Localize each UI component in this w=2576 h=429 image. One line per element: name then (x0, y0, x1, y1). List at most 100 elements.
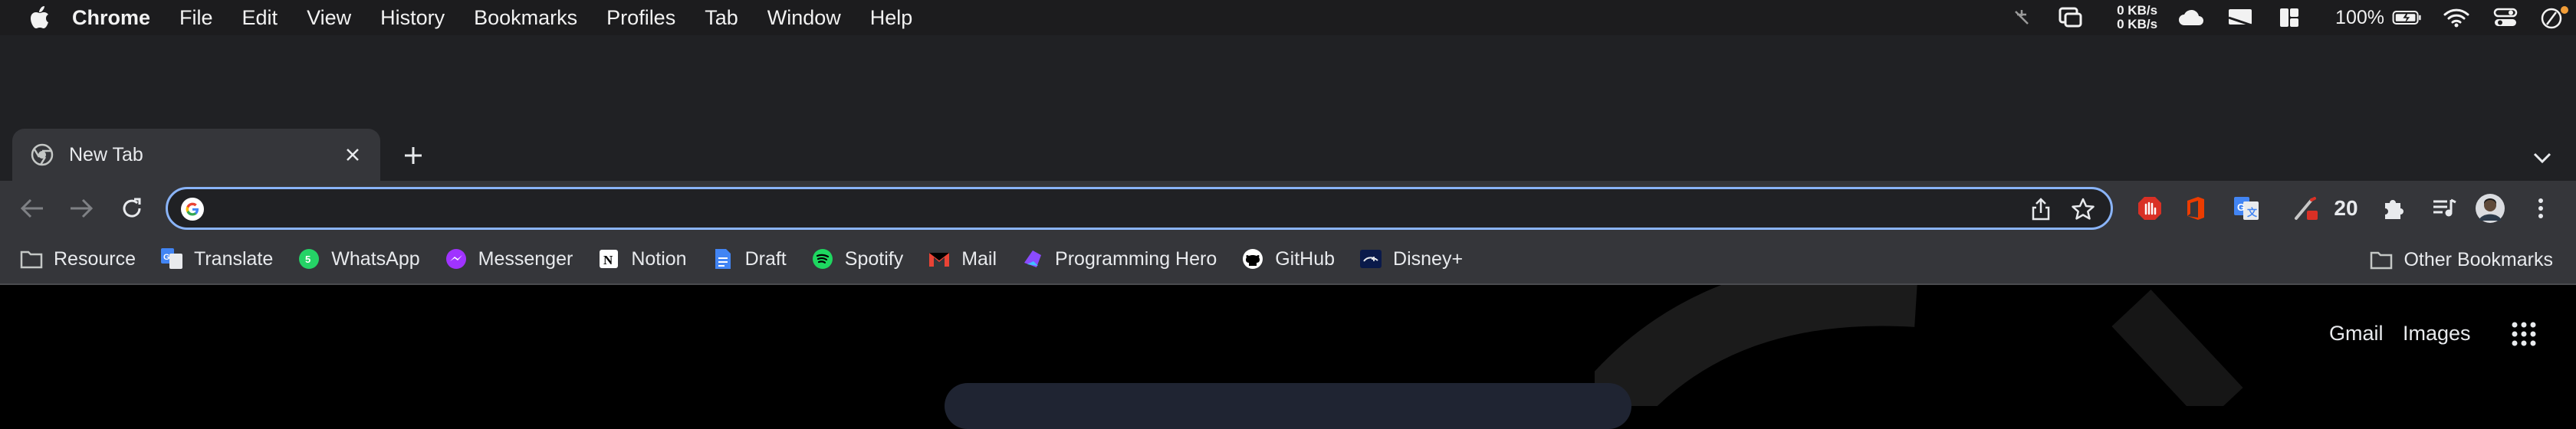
plus-icon (405, 147, 422, 164)
bookmark-label: Messenger (478, 247, 573, 270)
menu-profiles[interactable]: Profiles (606, 6, 675, 30)
whatsapp-icon: 5 (297, 247, 320, 270)
tab-search-button[interactable] (2527, 142, 2558, 173)
bookmark-label: WhatsApp (331, 247, 420, 270)
apps-grid-icon[interactable] (2510, 320, 2538, 348)
bookmark-whatsapp[interactable]: 5 WhatsApp (297, 241, 420, 277)
bookmark-notion[interactable]: N Notion (597, 241, 687, 277)
bookmark-label: Spotify (844, 247, 904, 270)
bookmark-messenger[interactable]: Messenger (445, 241, 573, 277)
bookmark-resource[interactable]: Resource (20, 241, 136, 277)
macos-menubar: Chrome File Edit View History Bookmarks … (0, 0, 2576, 35)
new-tab-button[interactable] (397, 139, 429, 172)
bookmark-translate[interactable]: G Translate (160, 241, 273, 277)
bookmark-label: Disney+ (1393, 247, 1464, 270)
folder-icon (20, 247, 43, 270)
screen-share-icon[interactable] (2055, 6, 2086, 29)
bookmark-label: Notion (631, 247, 687, 270)
menu-tab[interactable]: Tab (705, 6, 738, 30)
forward-button[interactable] (63, 190, 100, 227)
cloud-icon[interactable] (2176, 6, 2206, 29)
menu-window[interactable]: Window (767, 6, 841, 30)
extension-counter-badge[interactable]: 20 (2328, 192, 2364, 225)
focus-icon[interactable] (2539, 6, 2570, 29)
programming-hero-icon (1021, 247, 1044, 270)
gmail-link[interactable]: Gmail (2329, 322, 2384, 345)
svg-text:G: G (2237, 201, 2245, 213)
menu-view[interactable]: View (307, 6, 351, 30)
gmail-icon (928, 247, 951, 270)
arrow-left-icon (20, 198, 43, 218)
arrow-right-icon (71, 198, 94, 218)
net-up-text: 0 KB/s (2117, 3, 2158, 18)
control-center-icon[interactable] (2490, 6, 2521, 29)
background-art (1595, 285, 2243, 406)
close-icon[interactable] (342, 144, 363, 165)
star-icon[interactable] (2071, 197, 2095, 221)
spotify-icon (811, 247, 834, 270)
google-translate-extension-icon[interactable]: G文 (2229, 192, 2263, 225)
bookmark-label: Translate (194, 247, 274, 270)
bookmarks-bar: Resource G Translate 5 WhatsApp Messenge… (0, 234, 2576, 285)
images-link[interactable]: Images (2403, 322, 2471, 345)
layout-icon[interactable] (2274, 6, 2305, 29)
menu-app-chrome[interactable]: Chrome (72, 6, 150, 30)
other-bookmarks[interactable]: Other Bookmarks (2370, 241, 2553, 278)
omnibox[interactable] (166, 187, 2113, 230)
bookmark-programming-hero[interactable]: Programming Hero (1021, 241, 1217, 277)
google-search-box[interactable] (945, 383, 1631, 429)
tab-title: New Tab (69, 143, 143, 165)
tab-strip (0, 35, 2576, 181)
menu-edit[interactable]: Edit (242, 6, 278, 30)
reload-button[interactable] (113, 190, 150, 227)
bookmark-label: Programming Hero (1055, 247, 1217, 270)
puzzle-icon[interactable] (2377, 192, 2410, 225)
bookmark-github[interactable]: GitHub (1241, 241, 1335, 277)
folder-icon (2370, 248, 2393, 271)
bookmark-label: Draft (744, 247, 787, 270)
kebab-menu-icon[interactable] (2524, 192, 2558, 225)
screen-mirror-icon[interactable] (2225, 6, 2256, 29)
menu-bookmarks[interactable]: Bookmarks (474, 6, 577, 30)
bookmark-mail[interactable]: Mail (928, 241, 997, 277)
bookmark-label: GitHub (1275, 247, 1336, 270)
bookmark-label: Resource (54, 247, 136, 270)
office-extension-icon[interactable] (2179, 192, 2213, 225)
apple-icon[interactable] (29, 6, 51, 29)
svg-text:5: 5 (305, 254, 310, 265)
colorpicker-extension-icon[interactable] (2289, 192, 2323, 225)
media-control-icon[interactable] (2427, 192, 2461, 225)
tab-new-tab[interactable]: New Tab (12, 129, 380, 181)
bookmark-draft[interactable]: Draft (711, 241, 787, 277)
github-icon (1241, 247, 1264, 270)
messenger-icon (445, 247, 468, 270)
svg-text:G: G (163, 253, 170, 262)
menu-history[interactable]: History (380, 6, 445, 30)
extension-count: 20 (2334, 196, 2358, 220)
menu-help[interactable]: Help (870, 6, 913, 30)
chrome-icon (31, 143, 54, 166)
bookmark-disney-plus[interactable]: Disney+ (1359, 241, 1463, 277)
wifi-icon[interactable] (2441, 6, 2472, 29)
menu-file[interactable]: File (179, 6, 213, 30)
svg-text:N: N (603, 253, 613, 267)
other-bookmarks-label: Other Bookmarks (2404, 248, 2553, 270)
adblock-extension-icon[interactable] (2133, 192, 2167, 225)
bookmark-label: Mail (961, 247, 997, 270)
mute-icon[interactable] (2006, 6, 2037, 29)
battery-icon[interactable] (2392, 6, 2423, 29)
status-area: 0 KB/s 0 KB/s 100% (1988, 0, 2576, 35)
net-down-text: 0 KB/s (2117, 17, 2158, 31)
google-g-icon (180, 197, 205, 221)
google-docs-icon (711, 247, 734, 270)
disney-plus-icon (1359, 247, 1382, 270)
back-button[interactable] (14, 190, 51, 227)
network-speed: 0 KB/s 0 KB/s (2117, 4, 2157, 31)
bookmark-spotify[interactable]: Spotify (811, 241, 903, 277)
address-input[interactable] (222, 195, 1988, 224)
google-translate-icon: G (160, 247, 183, 270)
avatar[interactable] (2473, 192, 2507, 225)
battery-percent: 100% (2335, 6, 2384, 28)
share-icon[interactable] (2029, 197, 2052, 221)
chevron-down-icon (2533, 152, 2551, 164)
